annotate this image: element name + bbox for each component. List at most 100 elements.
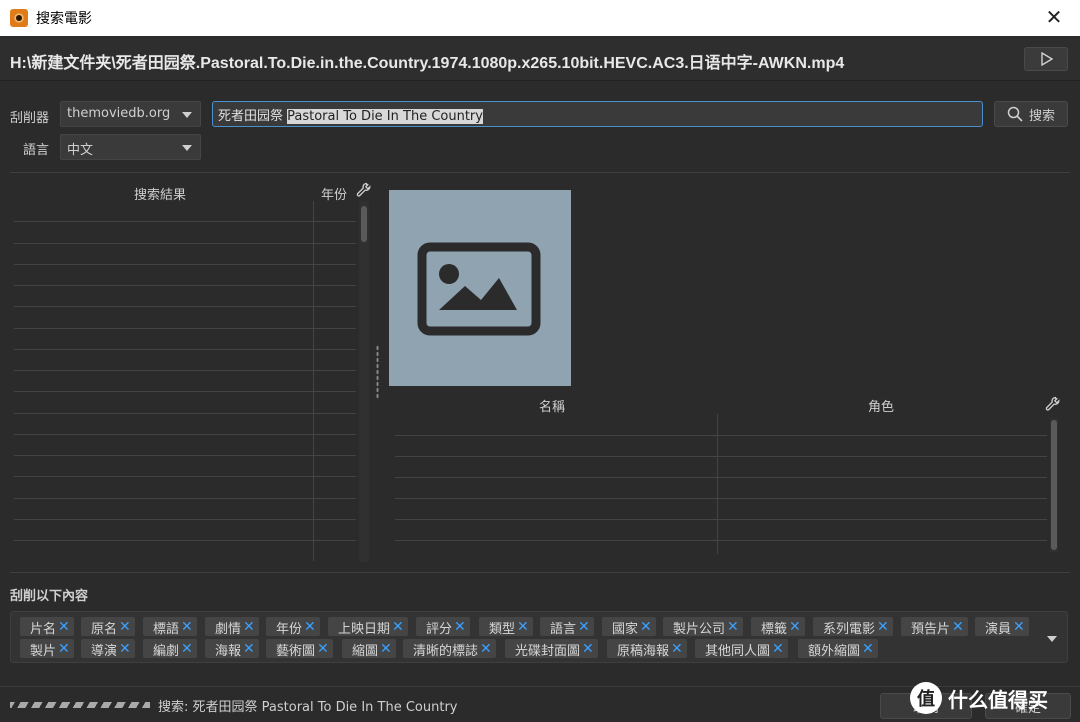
table-row[interactable] xyxy=(395,435,1047,436)
remove-tag-icon[interactable]: ✕ xyxy=(640,619,652,635)
table-row[interactable] xyxy=(14,434,356,435)
remove-tag-icon[interactable]: ✕ xyxy=(58,641,70,657)
table-row[interactable] xyxy=(395,519,1047,520)
tag-rating[interactable]: 評分 ✕ xyxy=(416,617,470,637)
remove-tag-icon[interactable]: ✕ xyxy=(243,641,255,657)
tag-label: 製片公司 xyxy=(673,621,726,637)
remove-tag-icon[interactable]: ✕ xyxy=(392,619,404,635)
remove-tag-icon[interactable]: ✕ xyxy=(304,619,316,635)
tag-discart[interactable]: 光碟封面圖 ✕ xyxy=(505,639,598,659)
tag-actors[interactable]: 演員 ✕ xyxy=(975,617,1029,637)
table-row[interactable] xyxy=(14,221,356,222)
remove-tag-icon[interactable]: ✕ xyxy=(317,641,329,657)
table-row[interactable] xyxy=(14,455,356,456)
tag-keyart[interactable]: 原稿海報 ✕ xyxy=(607,639,687,659)
results-scrollbar-thumb[interactable] xyxy=(361,206,367,242)
tag-genre[interactable]: 類型 ✕ xyxy=(479,617,533,637)
table-row[interactable] xyxy=(14,370,356,371)
table-row[interactable] xyxy=(14,413,356,414)
remove-tag-icon[interactable]: ✕ xyxy=(380,641,392,657)
chevron-down-icon[interactable] xyxy=(1047,636,1057,642)
language-select[interactable]: 中文 xyxy=(60,134,201,160)
tag-year[interactable]: 年份 ✕ xyxy=(266,617,320,637)
remove-tag-icon[interactable]: ✕ xyxy=(789,619,801,635)
remove-tag-icon[interactable]: ✕ xyxy=(517,619,529,635)
table-row[interactable] xyxy=(14,285,356,286)
tag-label: 國家 xyxy=(612,621,639,637)
table-row[interactable] xyxy=(14,349,356,350)
table-row[interactable] xyxy=(14,540,356,541)
table-row[interactable] xyxy=(14,476,356,477)
table-row[interactable] xyxy=(395,477,1047,478)
search-input[interactable]: 死者田园祭 Pastoral To Die In The Country xyxy=(212,101,983,127)
table-row[interactable] xyxy=(395,540,1047,541)
tag-label: 年份 xyxy=(276,621,303,637)
role-column-header[interactable]: 角色 xyxy=(868,396,894,415)
wrench-icon[interactable] xyxy=(356,182,372,198)
name-column-header[interactable]: 名稱 xyxy=(539,396,565,415)
scraper-value: themoviedb.org xyxy=(67,106,171,121)
remove-tag-icon[interactable]: ✕ xyxy=(454,619,466,635)
year-column-header[interactable]: 年份 xyxy=(321,184,347,203)
remove-tag-icon[interactable]: ✕ xyxy=(181,641,193,657)
file-path-bar: H:\新建文件夹\死者田园祭.Pastoral.To.Die.in.the.Co… xyxy=(0,37,1080,81)
tag-tags[interactable]: 標籤 ✕ xyxy=(751,617,805,637)
tag-thumb[interactable]: 縮圖 ✕ xyxy=(342,639,396,659)
tag-tagline[interactable]: 標語 ✕ xyxy=(143,617,197,637)
remove-tag-icon[interactable]: ✕ xyxy=(862,641,874,657)
table-row[interactable] xyxy=(395,498,1047,499)
remove-tag-icon[interactable]: ✕ xyxy=(877,619,889,635)
remove-tag-icon[interactable]: ✕ xyxy=(578,619,590,635)
tag-release-date[interactable]: 上映日期 ✕ xyxy=(328,617,408,637)
table-row[interactable] xyxy=(14,498,356,499)
table-row[interactable] xyxy=(14,306,356,307)
tag-country[interactable]: 國家 ✕ xyxy=(602,617,656,637)
divider xyxy=(10,172,1070,173)
tag-clearlogo[interactable]: 清晰的標誌 ✕ xyxy=(403,639,496,659)
tag-trailer[interactable]: 預告片 ✕ xyxy=(901,617,968,637)
app-logo-icon xyxy=(10,9,28,27)
cast-scrollbar-thumb[interactable] xyxy=(1051,420,1057,550)
language-label: 語言 xyxy=(23,143,50,158)
tag-label: 評分 xyxy=(426,621,453,637)
play-button[interactable] xyxy=(1024,47,1068,71)
remove-tag-icon[interactable]: ✕ xyxy=(58,619,70,635)
tag-poster[interactable]: 海報 ✕ xyxy=(205,639,259,659)
tag-original-title[interactable]: 原名 ✕ xyxy=(81,617,135,637)
remove-tag-icon[interactable]: ✕ xyxy=(671,641,683,657)
wrench-icon[interactable] xyxy=(1045,396,1061,412)
splitter-handle[interactable] xyxy=(376,345,379,399)
tag-collection[interactable]: 系列電影 ✕ xyxy=(813,617,893,637)
tag-title[interactable]: 片名 ✕ xyxy=(20,617,74,637)
table-row[interactable] xyxy=(14,519,356,520)
scraper-select[interactable]: themoviedb.org xyxy=(60,101,201,127)
results-scrollbar-track[interactable] xyxy=(359,201,369,562)
close-icon[interactable]: ✕ xyxy=(1042,5,1066,29)
table-row[interactable] xyxy=(14,264,356,265)
remove-tag-icon[interactable]: ✕ xyxy=(119,619,131,635)
tag-extra-thumbs[interactable]: 額外縮圖 ✕ xyxy=(798,639,878,659)
tag-extra-fanart[interactable]: 其他同人圖 ✕ xyxy=(695,639,788,659)
tag-plot[interactable]: 劇情 ✕ xyxy=(205,617,259,637)
remove-tag-icon[interactable]: ✕ xyxy=(582,641,594,657)
search-button[interactable]: 搜索 xyxy=(994,101,1068,127)
remove-tag-icon[interactable]: ✕ xyxy=(727,619,739,635)
remove-tag-icon[interactable]: ✕ xyxy=(1013,619,1025,635)
tag-fanart[interactable]: 藝術圖 ✕ xyxy=(266,639,333,659)
table-row[interactable] xyxy=(14,391,356,392)
tag-language[interactable]: 語言 ✕ xyxy=(540,617,594,637)
tag-director[interactable]: 導演 ✕ xyxy=(81,639,135,659)
remove-tag-icon[interactable]: ✕ xyxy=(772,641,784,657)
table-row[interactable] xyxy=(14,243,356,244)
table-row[interactable] xyxy=(395,456,1047,457)
tag-studio[interactable]: 製片公司 ✕ xyxy=(663,617,743,637)
table-row[interactable] xyxy=(14,328,356,329)
remove-tag-icon[interactable]: ✕ xyxy=(181,619,193,635)
remove-tag-icon[interactable]: ✕ xyxy=(952,619,964,635)
remove-tag-icon[interactable]: ✕ xyxy=(480,641,492,657)
tag-producer[interactable]: 製片 ✕ xyxy=(20,639,74,659)
remove-tag-icon[interactable]: ✕ xyxy=(119,641,131,657)
remove-tag-icon[interactable]: ✕ xyxy=(243,619,255,635)
tag-writer[interactable]: 編劇 ✕ xyxy=(143,639,197,659)
results-column-header[interactable]: 搜索結果 xyxy=(134,184,186,203)
